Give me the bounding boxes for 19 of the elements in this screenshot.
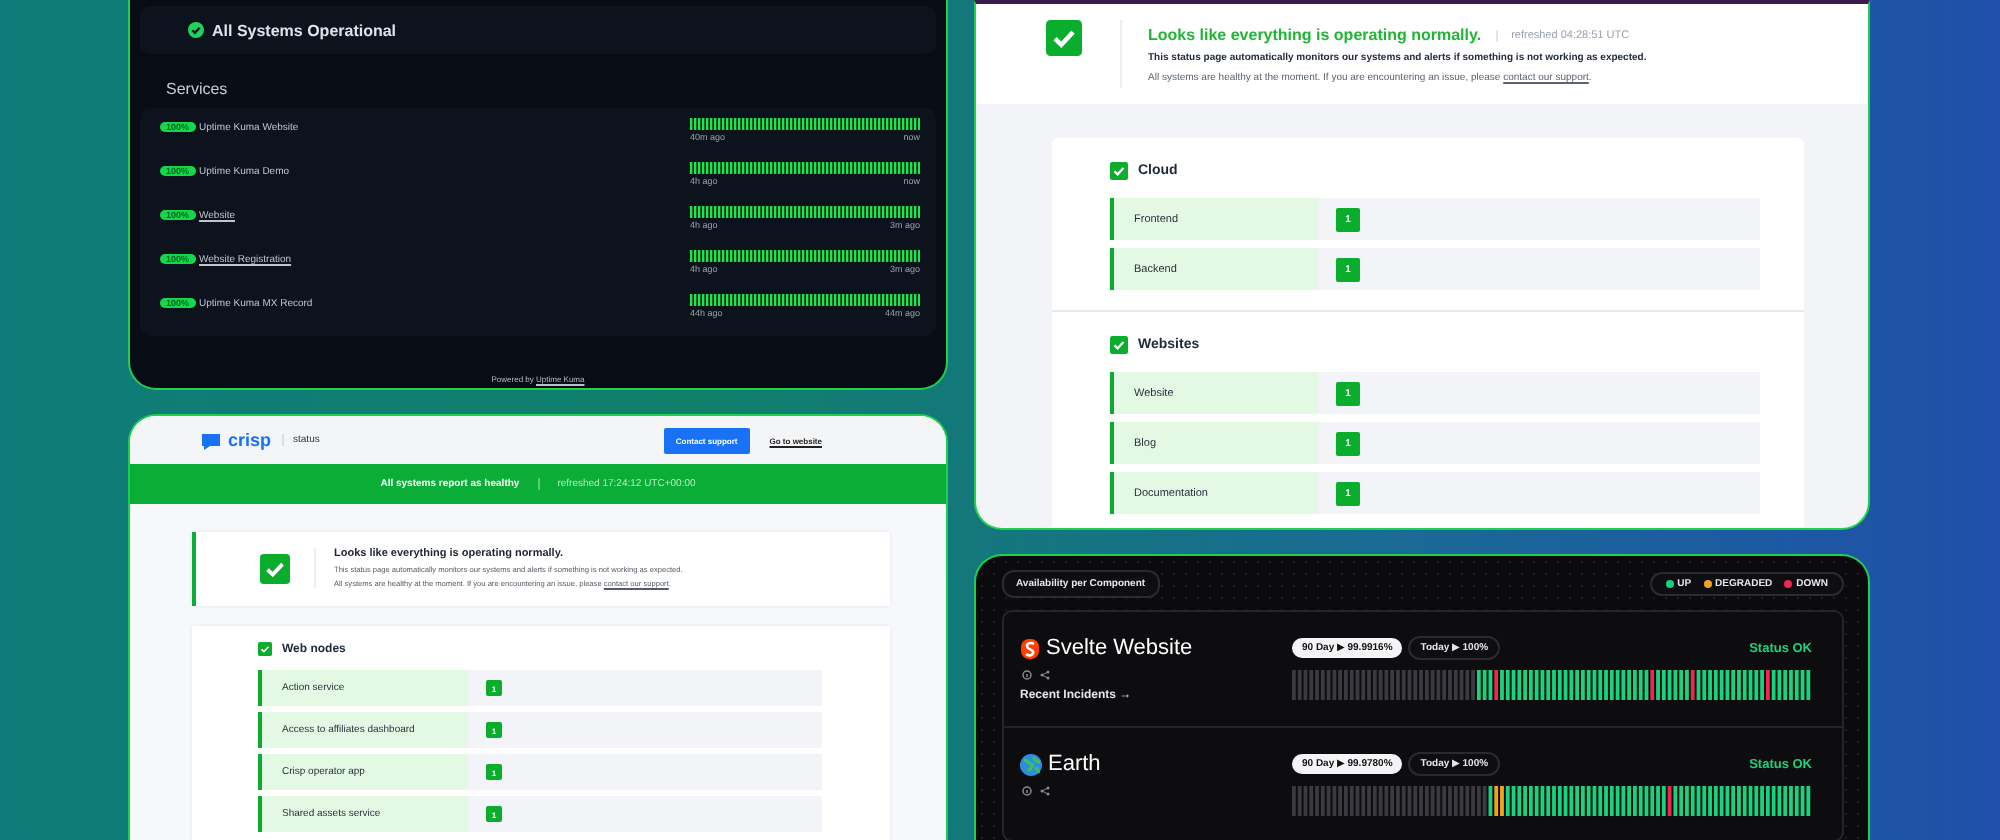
- check-icon: [1110, 162, 1128, 180]
- check-icon: [1110, 336, 1128, 354]
- check-icon: [1046, 20, 1082, 56]
- info-icon[interactable]: [1022, 670, 1032, 680]
- banner-title: All Systems Operational: [212, 21, 397, 39]
- check-icon: [260, 553, 290, 583]
- chat-bubble-logo-icon: [200, 431, 222, 449]
- check-circle-icon: [188, 22, 204, 38]
- globe-icon: [1020, 753, 1042, 775]
- share-icon[interactable]: [1040, 670, 1050, 680]
- summary-title: Looks like everything is operating normally.: [1148, 26, 1482, 44]
- component-name: Earth: [1048, 752, 1101, 776]
- info-icon[interactable]: [1022, 786, 1032, 796]
- section-title: Services: [166, 80, 230, 98]
- check-icon: [258, 642, 272, 656]
- s-logo-icon: [1020, 637, 1040, 659]
- logo-text: crisp: [228, 430, 272, 450]
- component-name: Svelte Website: [1046, 636, 1193, 660]
- share-icon[interactable]: [1040, 786, 1050, 796]
